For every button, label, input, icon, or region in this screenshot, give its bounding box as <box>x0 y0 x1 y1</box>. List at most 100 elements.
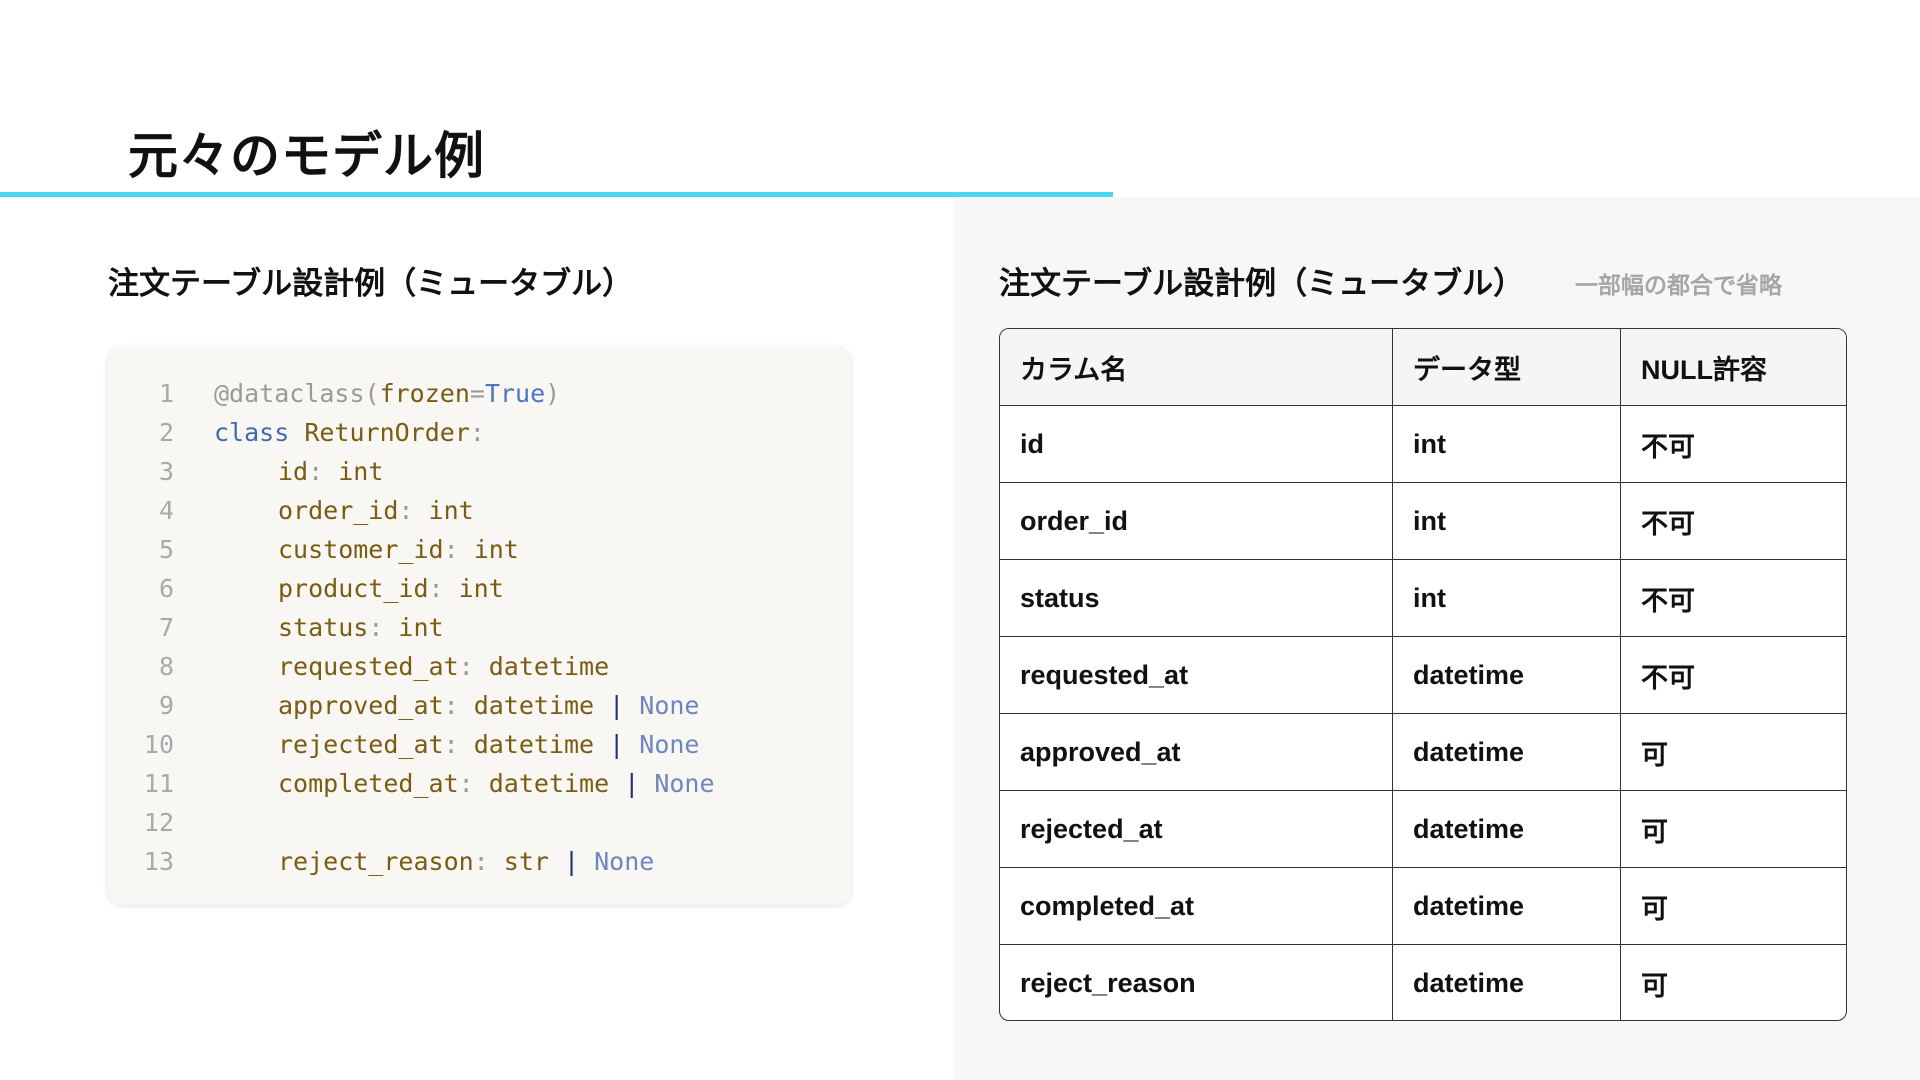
code-token: int <box>458 574 504 603</box>
code-token: completed_at <box>278 769 459 798</box>
table-row: approved_at datetime 可 <box>1000 713 1846 790</box>
code-token: rejected_at <box>278 730 444 759</box>
table-row: id int 不可 <box>1000 405 1846 482</box>
cell-column-name: rejected_at <box>1020 813 1163 844</box>
cell-data-type: int <box>1392 560 1620 636</box>
title-underline <box>0 192 1113 197</box>
code-token: None <box>654 769 715 798</box>
cell-nullable: 不可 <box>1620 483 1846 559</box>
code-token: = <box>469 379 485 408</box>
code-line: 1 @dataclass(frozen = True) <box>108 374 851 413</box>
code-token: approved_at <box>278 691 444 720</box>
table-row: status int 不可 <box>1000 559 1846 636</box>
code-token: ReturnOrder <box>304 418 470 447</box>
cell-data-type: datetime <box>1392 945 1620 1020</box>
code-token: datetime <box>488 769 625 798</box>
code-token: : <box>458 769 489 798</box>
table-section-heading: 注文テーブル設計例（ミュータブル） <box>999 266 1525 302</box>
code-line: 2 class ReturnOrder: <box>108 413 851 452</box>
cell-nullable: 可 <box>1620 714 1846 790</box>
code-token: status <box>278 613 369 642</box>
table-row: order_id int 不可 <box>1000 482 1846 559</box>
cell-column-name: id <box>1020 428 1044 459</box>
cell-data-type: int <box>1392 483 1620 559</box>
code-token: customer_id <box>278 535 444 564</box>
code-token: ) <box>545 379 561 408</box>
cell-column-name: requested_at <box>1020 659 1189 690</box>
code-token: frozen <box>379 379 470 408</box>
code-line: 7 status: int <box>108 608 851 647</box>
code-token: class <box>214 418 305 447</box>
code-token: : <box>443 535 474 564</box>
cell-nullable: 可 <box>1620 868 1846 944</box>
line-number: 3 <box>158 457 174 486</box>
cell-nullable: 不可 <box>1620 560 1846 636</box>
code-token: datetime <box>473 691 610 720</box>
table-row: reject_reason datetime 可 <box>1000 944 1846 1020</box>
line-number: 10 <box>143 730 174 759</box>
code-token: : <box>443 691 474 720</box>
header-data-type: データ型 <box>1392 329 1620 405</box>
code-line: 10 rejected_at: datetime | None <box>108 725 851 764</box>
line-number: 13 <box>143 847 174 876</box>
code-section-heading: 注文テーブル設計例（ミュータブル） <box>108 266 634 302</box>
code-line: 11 completed_at: datetime | None <box>108 764 851 803</box>
code-token: str <box>503 847 564 876</box>
line-number: 7 <box>158 613 174 642</box>
code-line: 5 customer_id: int <box>108 530 851 569</box>
code-line: 4 order_id: int <box>108 491 851 530</box>
code-token: : <box>458 652 489 681</box>
code-token: None <box>639 730 700 759</box>
table-section-note: 一部幅の都合で省略 <box>1575 273 1782 299</box>
code-token: int <box>398 613 444 642</box>
code-token: | <box>564 847 595 876</box>
code-token: product_id <box>278 574 429 603</box>
code-token: None <box>594 847 655 876</box>
cell-data-type: datetime <box>1392 637 1620 713</box>
code-token: order_id <box>278 496 399 525</box>
code-line: 13 reject_reason: str | None <box>108 842 851 881</box>
code-token: : <box>398 496 429 525</box>
cell-data-type: datetime <box>1392 714 1620 790</box>
code-line: 9 approved_at: datetime | None <box>108 686 851 725</box>
code-token: : <box>443 730 474 759</box>
table-header-row: カラム名 データ型 NULL許容 <box>1000 329 1846 405</box>
code-token: int <box>428 496 474 525</box>
cell-column-name: approved_at <box>1020 736 1181 767</box>
line-number: 4 <box>158 496 174 525</box>
cell-nullable: 可 <box>1620 791 1846 867</box>
cell-nullable: 可 <box>1620 945 1846 1020</box>
line-number: 8 <box>158 652 174 681</box>
code-token: : <box>428 574 459 603</box>
cell-column-name: order_id <box>1020 505 1129 536</box>
code-line: 6 product_id: int <box>108 569 851 608</box>
column-table: カラム名 データ型 NULL許容 id int 不可 order_id int … <box>999 328 1847 1021</box>
line-number: 5 <box>158 535 174 564</box>
line-number: 1 <box>158 379 174 408</box>
code-token: None <box>639 691 700 720</box>
cell-data-type: datetime <box>1392 791 1620 867</box>
code-token: id <box>278 457 309 486</box>
line-number: 12 <box>143 808 174 837</box>
code-token: int <box>338 457 384 486</box>
line-number: 6 <box>158 574 174 603</box>
code-token: : <box>473 847 504 876</box>
code-block: 1 @dataclass(frozen = True) 2 class ReturnOrd… <box>108 347 851 905</box>
line-number: 2 <box>158 418 174 447</box>
code-token: : <box>469 418 485 447</box>
line-number: 11 <box>143 769 174 798</box>
code-token: True <box>484 379 546 408</box>
code-token: : <box>308 457 339 486</box>
code-line: 12 <box>108 803 851 842</box>
code-token: | <box>609 691 640 720</box>
table-row: rejected_at datetime 可 <box>1000 790 1846 867</box>
cell-data-type: int <box>1392 406 1620 482</box>
code-line: 3 id: int <box>108 452 851 491</box>
code-token: @dataclass( <box>214 379 380 408</box>
code-token: | <box>624 769 655 798</box>
header-column-name: カラム名 <box>1020 354 1128 385</box>
code-token: reject_reason <box>278 847 474 876</box>
code-token: datetime <box>488 652 610 681</box>
code-token: : <box>368 613 399 642</box>
cell-data-type: datetime <box>1392 868 1620 944</box>
